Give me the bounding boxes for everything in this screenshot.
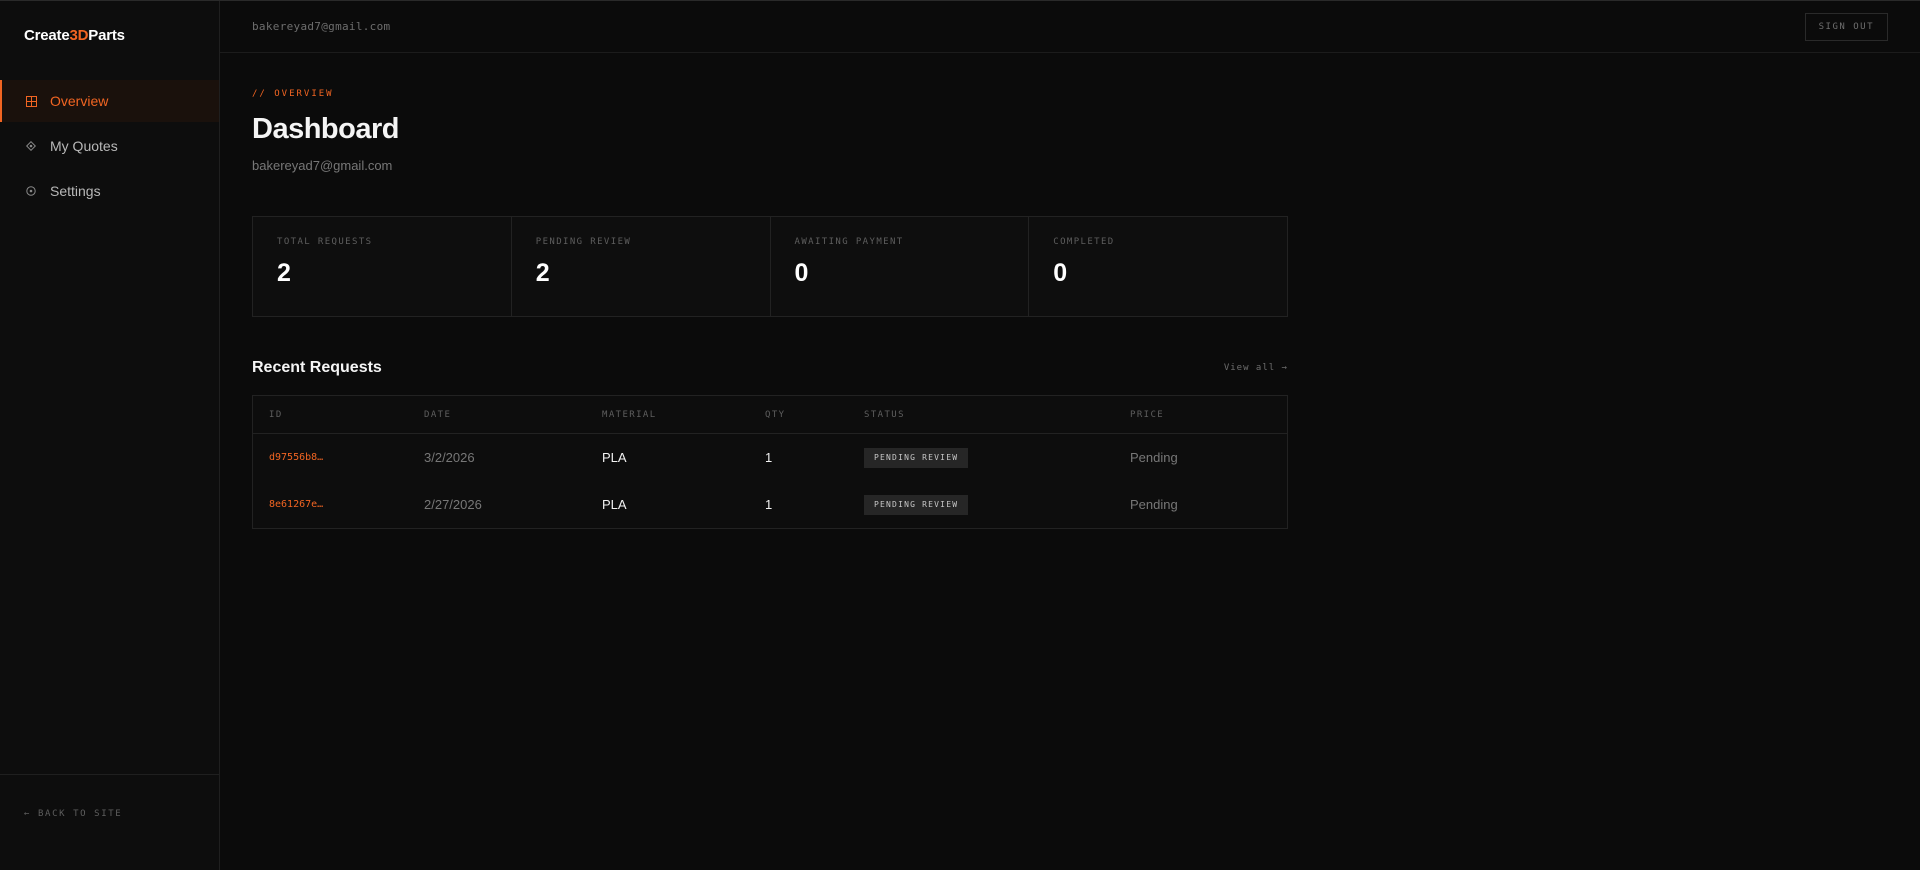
sidebar-item-label: Overview: [50, 93, 109, 109]
status-badge: PENDING REVIEW: [864, 495, 969, 515]
brand-accent: 3D: [69, 27, 89, 44]
stat-value: 0: [1053, 259, 1068, 287]
recent-requests-table: ID DATE MATERIAL QTY STATUS PRICE d97556…: [252, 395, 1288, 529]
main-area: bakereyad7@gmail.com SIGN OUT // OVERVIE…: [220, 1, 1920, 870]
sidebar-item-label: Settings: [50, 183, 101, 199]
stat-label: TOTAL REQUESTS: [277, 237, 373, 247]
stat-completed: COMPLETED 0: [1029, 217, 1287, 316]
request-price: Pending: [1130, 497, 1178, 512]
stat-value: 2: [535, 259, 550, 287]
stats-panel: TOTAL REQUESTS 2 PENDING REVIEW 2 AWAITI…: [252, 216, 1288, 317]
gear-icon: [26, 186, 46, 196]
sidebar-item-my-quotes[interactable]: My Quotes: [0, 125, 219, 167]
back-to-site-link[interactable]: ← BACK TO SITE: [0, 774, 219, 870]
table-row[interactable]: d97556b8… 3/2/2026 PLA 1 PENDING REVIEW …: [253, 434, 1287, 481]
sidebar-item-overview[interactable]: Overview: [0, 80, 219, 122]
request-id-link[interactable]: 8e61267e…: [253, 499, 424, 510]
column-header-id[interactable]: ID: [253, 410, 424, 420]
stat-total-requests: TOTAL REQUESTS 2: [253, 217, 512, 316]
table-body: d97556b8… 3/2/2026 PLA 1 PENDING REVIEW …: [253, 434, 1287, 528]
brand-logo[interactable]: Create3DParts: [0, 1, 219, 71]
topbar: bakereyad7@gmail.com SIGN OUT: [220, 1, 1920, 53]
sidebar-item-label: My Quotes: [50, 138, 118, 154]
stat-value: 2: [277, 259, 291, 287]
dashboard-content: // OVERVIEW Dashboard bakereyad7@gmail.c…: [220, 53, 1288, 529]
stat-label: COMPLETED: [1053, 237, 1115, 247]
request-id-link[interactable]: d97556b8…: [253, 452, 424, 463]
sign-out-button[interactable]: SIGN OUT: [1804, 12, 1888, 41]
column-header-price[interactable]: PRICE: [1130, 410, 1287, 420]
user-email: bakereyad7@gmail.com: [252, 20, 391, 33]
table-row[interactable]: 8e61267e… 2/27/2026 PLA 1 PENDING REVIEW…: [253, 481, 1287, 528]
sidebar: Create3DParts Overview My Quotes Setting…: [0, 1, 220, 870]
brand-prefix: Create: [24, 27, 70, 44]
page-eyebrow: // OVERVIEW: [252, 89, 334, 99]
grid-icon: [26, 95, 46, 107]
sidebar-item-settings[interactable]: Settings: [0, 170, 219, 212]
column-header-qty[interactable]: QTY: [765, 410, 864, 420]
request-qty: 1: [765, 497, 773, 512]
request-date: 3/2/2026: [424, 450, 475, 465]
brand-suffix: Parts: [88, 27, 125, 44]
status-badge: PENDING REVIEW: [864, 448, 969, 468]
stat-label: AWAITING PAYMENT: [794, 237, 904, 247]
view-all-link[interactable]: View all →: [1224, 363, 1288, 373]
page-title: Dashboard: [252, 113, 399, 145]
stat-label: PENDING REVIEW: [535, 237, 632, 247]
request-price: Pending: [1130, 450, 1178, 465]
request-status-cell: PENDING REVIEW: [864, 447, 1130, 468]
app-root: Create3DParts Overview My Quotes Setting…: [0, 0, 1920, 870]
table-header-row: ID DATE MATERIAL QTY STATUS PRICE: [253, 396, 1287, 434]
stat-value: 0: [794, 259, 809, 287]
request-material: PLA: [602, 450, 627, 465]
request-status-cell: PENDING REVIEW: [864, 494, 1130, 515]
sidebar-nav: Overview My Quotes Settings: [0, 80, 219, 212]
request-date: 2/27/2026: [424, 497, 482, 512]
request-material: PLA: [602, 497, 627, 512]
diamond-icon: [26, 141, 46, 151]
page-subtitle: bakereyad7@gmail.com: [252, 158, 393, 173]
column-header-status[interactable]: STATUS: [864, 410, 1130, 420]
section-title: Recent Requests: [252, 359, 382, 376]
stat-awaiting-payment: AWAITING PAYMENT 0: [771, 217, 1030, 316]
stat-pending-review: PENDING REVIEW 2: [512, 217, 771, 316]
column-header-date[interactable]: DATE: [424, 410, 602, 420]
request-qty: 1: [765, 450, 773, 465]
recent-requests-header: Recent Requests View all →: [252, 359, 1288, 377]
column-header-material[interactable]: MATERIAL: [602, 410, 765, 420]
